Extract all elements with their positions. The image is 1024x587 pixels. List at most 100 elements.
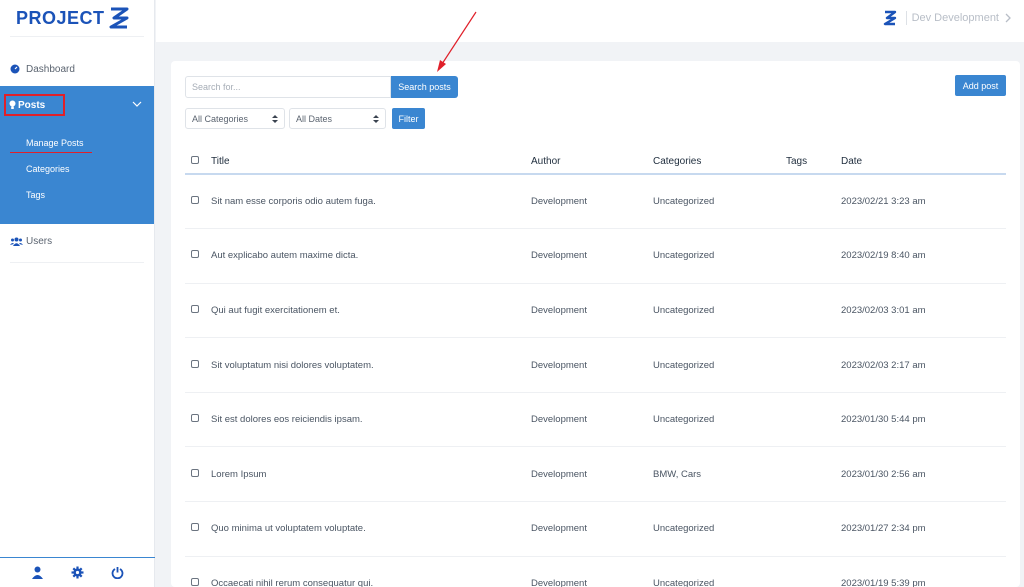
- post-date: 2023/01/27 2:34 pm: [841, 501, 1006, 557]
- search-posts-button[interactable]: Search posts: [391, 76, 458, 98]
- gear-icon[interactable]: [71, 566, 84, 579]
- row-checkbox[interactable]: [191, 468, 199, 477]
- row-checkbox[interactable]: [191, 359, 199, 368]
- post-date: 2023/01/19 5:39 pm: [841, 556, 1006, 587]
- post-author: Development: [531, 446, 653, 503]
- power-icon[interactable]: [111, 566, 124, 579]
- post-author: Development: [531, 174, 653, 230]
- category-select-value: All Categories: [192, 113, 249, 124]
- post-author: Development: [531, 228, 653, 284]
- search-input[interactable]: [185, 76, 391, 98]
- post-author: Development: [531, 337, 653, 393]
- table-row: Lorem Ipsum Development BMW, Cars 2023/0…: [185, 446, 1006, 503]
- column-header-author[interactable]: Author: [531, 149, 653, 175]
- row-checkbox[interactable]: [191, 523, 199, 532]
- divider: [10, 36, 144, 37]
- post-tags: [786, 392, 841, 448]
- post-tags: [786, 556, 841, 587]
- post-tags: [786, 501, 841, 557]
- select-arrows-icon: [272, 115, 278, 123]
- table-row: Occaecati nihil rerum consequatur qui. D…: [185, 556, 1006, 587]
- sidebar-item-label: Dashboard: [26, 63, 75, 75]
- post-categories: Uncategorized: [653, 337, 786, 393]
- row-checkbox[interactable]: [191, 577, 199, 586]
- project-z-logo-icon: [109, 7, 129, 29]
- post-title-link[interactable]: Sit est dolores eos reiciendis ipsam.: [211, 392, 531, 448]
- user-name: Dev Development: [911, 12, 999, 24]
- sidebar-footer: [0, 557, 155, 587]
- select-arrows-icon: [373, 115, 379, 123]
- post-date: 2023/02/21 3:23 am: [841, 174, 1006, 230]
- sidebar-item-dashboard[interactable]: Dashboard: [0, 56, 154, 82]
- post-date: 2023/01/30 2:56 am: [841, 446, 1006, 503]
- post-categories: Uncategorized: [653, 392, 786, 448]
- table-row: Sit est dolores eos reiciendis ipsam. De…: [185, 392, 1006, 448]
- row-select-cell: [185, 392, 211, 448]
- annotation-underline: [10, 152, 92, 153]
- filter-button[interactable]: Filter: [392, 108, 425, 129]
- sidebar-item-posts[interactable]: Posts: [4, 94, 65, 116]
- post-author: Development: [531, 556, 653, 587]
- chevron-down-icon[interactable]: [132, 100, 142, 108]
- row-select-cell: [185, 501, 211, 557]
- sidebar-item-categories[interactable]: Categories: [26, 164, 70, 174]
- category-select[interactable]: All Categories: [185, 108, 285, 129]
- post-date: 2023/02/03 3:01 am: [841, 283, 1006, 339]
- post-categories: BMW, Cars: [653, 446, 786, 503]
- row-checkbox[interactable]: [191, 414, 199, 423]
- sidebar-item-label: Users: [26, 236, 53, 247]
- post-title-link[interactable]: Aut explicabo autem maxime dicta.: [211, 228, 531, 284]
- post-tags: [786, 228, 841, 284]
- column-header-date[interactable]: Date: [841, 149, 1006, 175]
- sidebar-item-users[interactable]: Users: [10, 236, 52, 247]
- column-header-tags[interactable]: Tags: [786, 149, 841, 175]
- sidebar: PROJECT Dashboard Posts Manage Posts Cat…: [0, 0, 155, 587]
- table-header-row: Title Author Categories Tags Date: [185, 149, 1006, 175]
- sidebar-item-tags[interactable]: Tags: [26, 190, 45, 200]
- post-categories: Uncategorized: [653, 174, 786, 230]
- dashboard-gauge-icon: [10, 64, 20, 74]
- sidebar-item-manage-posts[interactable]: Manage Posts: [26, 138, 84, 148]
- post-title-link[interactable]: Qui aut fugit exercitationem et.: [211, 283, 531, 339]
- select-all-checkbox[interactable]: [191, 155, 199, 164]
- post-title-link[interactable]: Quo minima ut voluptatem voluptate.: [211, 501, 531, 557]
- topbar: Dev Development: [156, 0, 1024, 42]
- post-tags: [786, 174, 841, 230]
- post-title-link[interactable]: Sit nam esse corporis odio autem fuga.: [211, 174, 531, 230]
- column-header-categories[interactable]: Categories: [653, 149, 786, 175]
- divider: [10, 262, 144, 263]
- row-checkbox[interactable]: [191, 250, 199, 259]
- posts-table: Title Author Categories Tags Date Sit na…: [185, 149, 1006, 587]
- row-select-cell: [185, 228, 211, 284]
- users-icon: [10, 237, 23, 246]
- post-tags: [786, 446, 841, 503]
- post-categories: Uncategorized: [653, 501, 786, 557]
- post-author: Development: [531, 392, 653, 448]
- project-z-logo-icon: [883, 10, 896, 26]
- row-select-cell: [185, 337, 211, 393]
- post-author: Development: [531, 501, 653, 557]
- profile-icon[interactable]: [31, 566, 44, 579]
- column-header-title[interactable]: Title: [211, 149, 531, 175]
- row-select-cell: [185, 446, 211, 503]
- row-checkbox[interactable]: [191, 196, 199, 205]
- post-title-link[interactable]: Occaecati nihil rerum consequatur qui.: [211, 556, 531, 587]
- add-post-button[interactable]: Add post: [955, 75, 1006, 96]
- post-categories: Uncategorized: [653, 283, 786, 339]
- row-checkbox[interactable]: [191, 304, 199, 313]
- chevron-right-icon: [1005, 13, 1011, 23]
- post-author: Development: [531, 283, 653, 339]
- post-date: 2023/02/03 2:17 am: [841, 337, 1006, 393]
- logo[interactable]: PROJECT: [0, 0, 154, 36]
- table-row: Sit nam esse corporis odio autem fuga. D…: [185, 174, 1006, 230]
- table-row: Qui aut fugit exercitationem et. Develop…: [185, 283, 1006, 339]
- sidebar-item-label: Posts: [18, 99, 46, 111]
- date-select-value: All Dates: [296, 113, 333, 124]
- table-row: Aut explicabo autem maxime dicta. Develo…: [185, 228, 1006, 284]
- user-menu[interactable]: Dev Development: [883, 10, 1012, 26]
- date-select[interactable]: All Dates: [289, 108, 386, 129]
- post-title-link[interactable]: Lorem Ipsum: [211, 446, 531, 503]
- post-title-link[interactable]: Sit voluptatum nisi dolores voluptatem.: [211, 337, 531, 393]
- sidebar-group-posts: Posts Manage Posts Categories Tags: [0, 86, 154, 224]
- row-select-cell: [185, 556, 211, 587]
